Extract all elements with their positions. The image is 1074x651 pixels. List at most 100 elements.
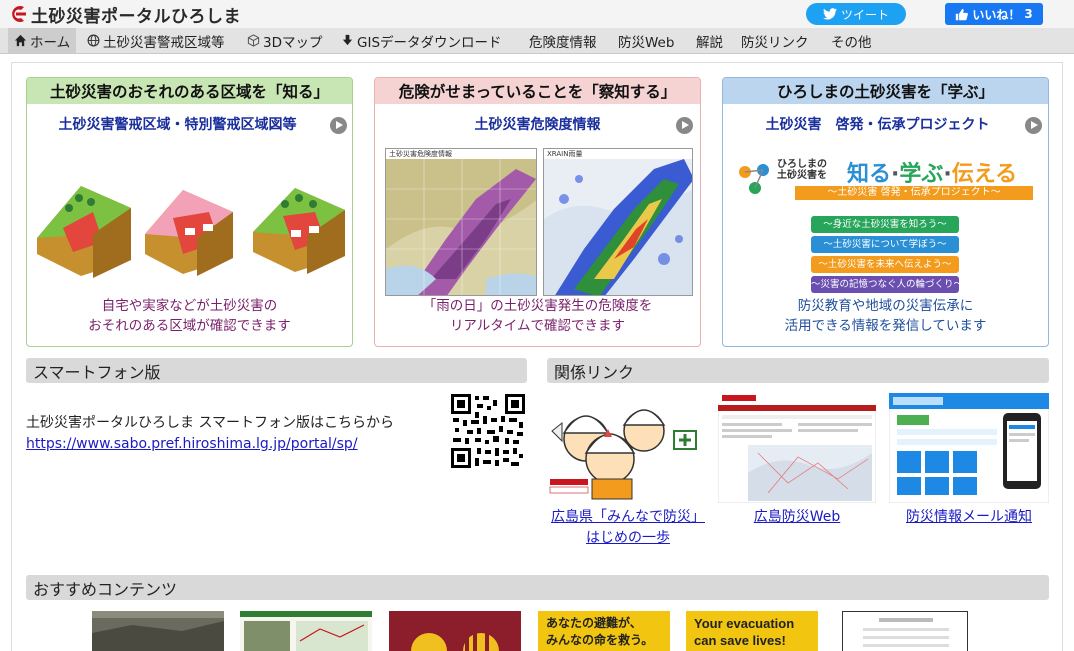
recommended-tile-1[interactable] — [92, 611, 224, 651]
rain-map-panel: XRAIN雨量 — [543, 148, 693, 296]
like-count: 3 — [1024, 7, 1033, 21]
play-icon — [330, 117, 347, 134]
nav-risk-info-label: 危険度情報 — [529, 34, 597, 51]
twitter-bird-icon — [822, 8, 837, 20]
tweet-label: ツイート — [840, 7, 889, 22]
nav-explanation-label: 解説 — [696, 34, 723, 51]
card-detect-heading: 危険がせまっていることを「察知する」 — [375, 78, 700, 104]
mascot-image[interactable] — [548, 393, 708, 501]
card-know-desc-2: おそれのある区域が確認できます — [88, 318, 291, 334]
card-detect-subtitle: 土砂災害危険度情報 — [474, 117, 601, 133]
hazard-zone-illustration — [37, 186, 345, 278]
project-logo-subtitle: 〜土砂災害 啓発・伝承プロジェクト〜 — [795, 186, 1033, 200]
qr-code-image — [449, 392, 527, 470]
recommended-tile-6[interactable] — [842, 611, 968, 651]
logo-icon — [12, 5, 26, 22]
bousai-web-thumbnail[interactable] — [718, 393, 876, 503]
rain-map-title: XRAIN雨量 — [544, 149, 692, 159]
card-know-desc: 自宅や実家などが土砂災害の おそれのある区域が確認できます — [27, 296, 352, 336]
project-pill-2[interactable]: 〜土砂災害について学ぼう〜 — [811, 236, 959, 253]
recommended-tile-5[interactable]: Your evacuation can save lives! — [686, 611, 818, 651]
thumbs-up-icon — [956, 8, 969, 20]
nav-bousai-links[interactable]: 防災リンク — [741, 28, 809, 53]
project-pill-list: 〜身近な土砂災害を知ろう〜 〜土砂災害について学ぼう〜 〜土砂災害を未来へ伝えよ… — [811, 216, 963, 296]
like-label: いいね！ — [972, 7, 1021, 22]
project-logo-small-text: ひろしまの 土砂災害を — [777, 159, 827, 181]
globe-icon — [87, 34, 100, 47]
recommended-tile-3-image — [389, 611, 521, 651]
card-learn-desc: 防災教育や地域の災害伝承に 活用できる情報を発信しています — [723, 296, 1048, 336]
recommended-section-heading: おすすめコンテンツ — [26, 575, 1049, 600]
card-know[interactable]: 土砂災害のおそれのある区域を「知る」 土砂災害警戒区域・特別警戒区域図等 自宅や… — [26, 77, 353, 347]
card-learn-heading: ひろしまの土砂災害を「学ぶ」 — [723, 78, 1048, 104]
related-link-1-line-1[interactable]: 広島県「みんなで防災」 — [551, 509, 705, 525]
nav-hazard-areas-label: 土砂災害警戒区域等 — [103, 34, 225, 51]
nav-hazard-areas[interactable]: 土砂災害警戒区域等 — [87, 28, 225, 53]
recommended-tile-1-image — [92, 611, 224, 651]
tweet-button[interactable]: ツイート — [806, 3, 906, 25]
top-bar: 土砂災害ポータルひろしま ツイート いいね！ 3 — [0, 0, 1074, 28]
nav-gis-download-label: GISデータダウンロード — [357, 34, 502, 51]
card-learn-desc-1: 防災教育や地域の災害伝承に — [797, 298, 974, 314]
home-icon — [14, 34, 27, 47]
nav-3d-map-label: 3Dマップ — [263, 34, 323, 51]
logo-know: 知る — [847, 162, 892, 187]
recommended-tile-2[interactable] — [240, 611, 372, 651]
risk-map-title: 土砂災害危険度情報 — [386, 149, 536, 159]
nav-other[interactable]: その他 — [831, 28, 872, 53]
main-nav: ホーム 土砂災害警戒区域等 3Dマップ GISデータダウンロード 危険度情報 防… — [0, 28, 1074, 54]
nav-bousai-web[interactable]: 防災Web — [618, 28, 674, 53]
nav-explanation[interactable]: 解説 — [696, 28, 723, 53]
related-link-3-line-1[interactable]: 防災情報メール通知 — [906, 509, 1032, 525]
site-logo[interactable]: 土砂災害ポータルひろしま — [8, 3, 241, 27]
related-link-3-caption: 防災情報メール通知 — [889, 507, 1049, 528]
related-links-section-heading: 関係リンク — [547, 358, 1049, 383]
related-link-2-caption: 広島防災Web — [718, 507, 876, 528]
risk-map-image — [386, 159, 536, 295]
mail-notification-thumbnail[interactable] — [889, 393, 1049, 503]
card-detect-desc: 「雨の日」の土砂災害発生の危険度を リアルタイムで確認できます — [375, 296, 700, 336]
site-title: 土砂災害ポータルひろしま — [31, 6, 241, 27]
download-icon — [342, 34, 353, 46]
nav-home[interactable]: ホーム — [8, 28, 77, 53]
cube-icon — [247, 34, 260, 47]
play-icon — [676, 117, 693, 134]
card-know-subtitle: 土砂災害警戒区域・特別警戒区域図等 — [58, 117, 297, 133]
project-logo-mark — [739, 164, 769, 194]
logo-pass-on: 伝える — [951, 162, 1018, 187]
smartphone-text-block: 土砂災害ポータルひろしま スマートフォン版はこちらから https://www.… — [26, 413, 394, 455]
card-detect[interactable]: 危険がせまっていることを「察知する」 土砂災害危険度情報 土砂災害危険度情報 X… — [374, 77, 701, 347]
project-logo-big-text: 知る·学ぶ·伝える — [847, 162, 1018, 187]
nav-3d-map[interactable]: 3Dマップ — [247, 28, 322, 53]
nav-risk-info[interactable]: 危険度情報 — [529, 28, 597, 53]
smartphone-description: 土砂災害ポータルひろしま スマートフォン版はこちらから — [26, 415, 395, 431]
project-logo: ひろしまの 土砂災害を 知る·学ぶ·伝える 〜土砂災害 啓発・伝承プロジェクト〜 — [737, 156, 1037, 208]
related-link-1-line-2[interactable]: はじめの一歩 — [586, 530, 670, 546]
related-link-1-caption: 広島県「みんなで防災」 はじめの一歩 — [548, 507, 708, 549]
nav-bousai-links-label: 防災リンク — [741, 34, 809, 51]
smartphone-section-heading: スマートフォン版 — [26, 358, 527, 383]
like-button[interactable]: いいね！ 3 — [945, 3, 1043, 25]
nav-home-label: ホーム — [30, 34, 71, 51]
recommended-tile-4[interactable]: あなたの避難が、 みんなの命を救う。 — [538, 611, 670, 651]
recommended-tile-6-image — [843, 612, 967, 651]
logo-learn: 学ぶ — [899, 162, 944, 187]
nav-other-label: その他 — [831, 34, 872, 51]
project-pill-1[interactable]: 〜身近な土砂災害を知ろう〜 — [811, 216, 959, 233]
card-know-desc-1: 自宅や実家などが土砂災害の — [101, 298, 278, 314]
risk-map-panel: 土砂災害危険度情報 — [385, 148, 537, 296]
card-detect-desc-1: 「雨の日」の土砂災害発生の危険度を — [422, 298, 653, 314]
recommended-tile-2-image — [240, 611, 372, 651]
recommended-tile-3[interactable] — [389, 611, 521, 651]
smartphone-url-link[interactable]: https://www.sabo.pref.hiroshima.lg.jp/po… — [26, 436, 358, 452]
project-pill-4[interactable]: 〜災害の記憶つなぐ人の輪づくり〜 — [811, 276, 963, 293]
nav-gis-download[interactable]: GISデータダウンロード — [341, 28, 502, 53]
card-know-heading: 土砂災害のおそれのある区域を「知る」 — [27, 78, 352, 104]
play-icon — [1025, 117, 1042, 134]
project-pill-3[interactable]: 〜土砂災害を未来へ伝えよう〜 — [811, 256, 959, 273]
related-link-2-line-1[interactable]: 広島防災Web — [754, 509, 841, 525]
card-learn[interactable]: ひろしまの土砂災害を「学ぶ」 土砂災害 啓発・伝承プロジェクト ひろしまの 土砂… — [722, 77, 1049, 347]
card-learn-subtitle: 土砂災害 啓発・伝承プロジェクト — [765, 117, 990, 133]
nav-bousai-web-label: 防災Web — [618, 34, 675, 51]
card-detect-desc-2: リアルタイムで確認できます — [449, 318, 626, 334]
